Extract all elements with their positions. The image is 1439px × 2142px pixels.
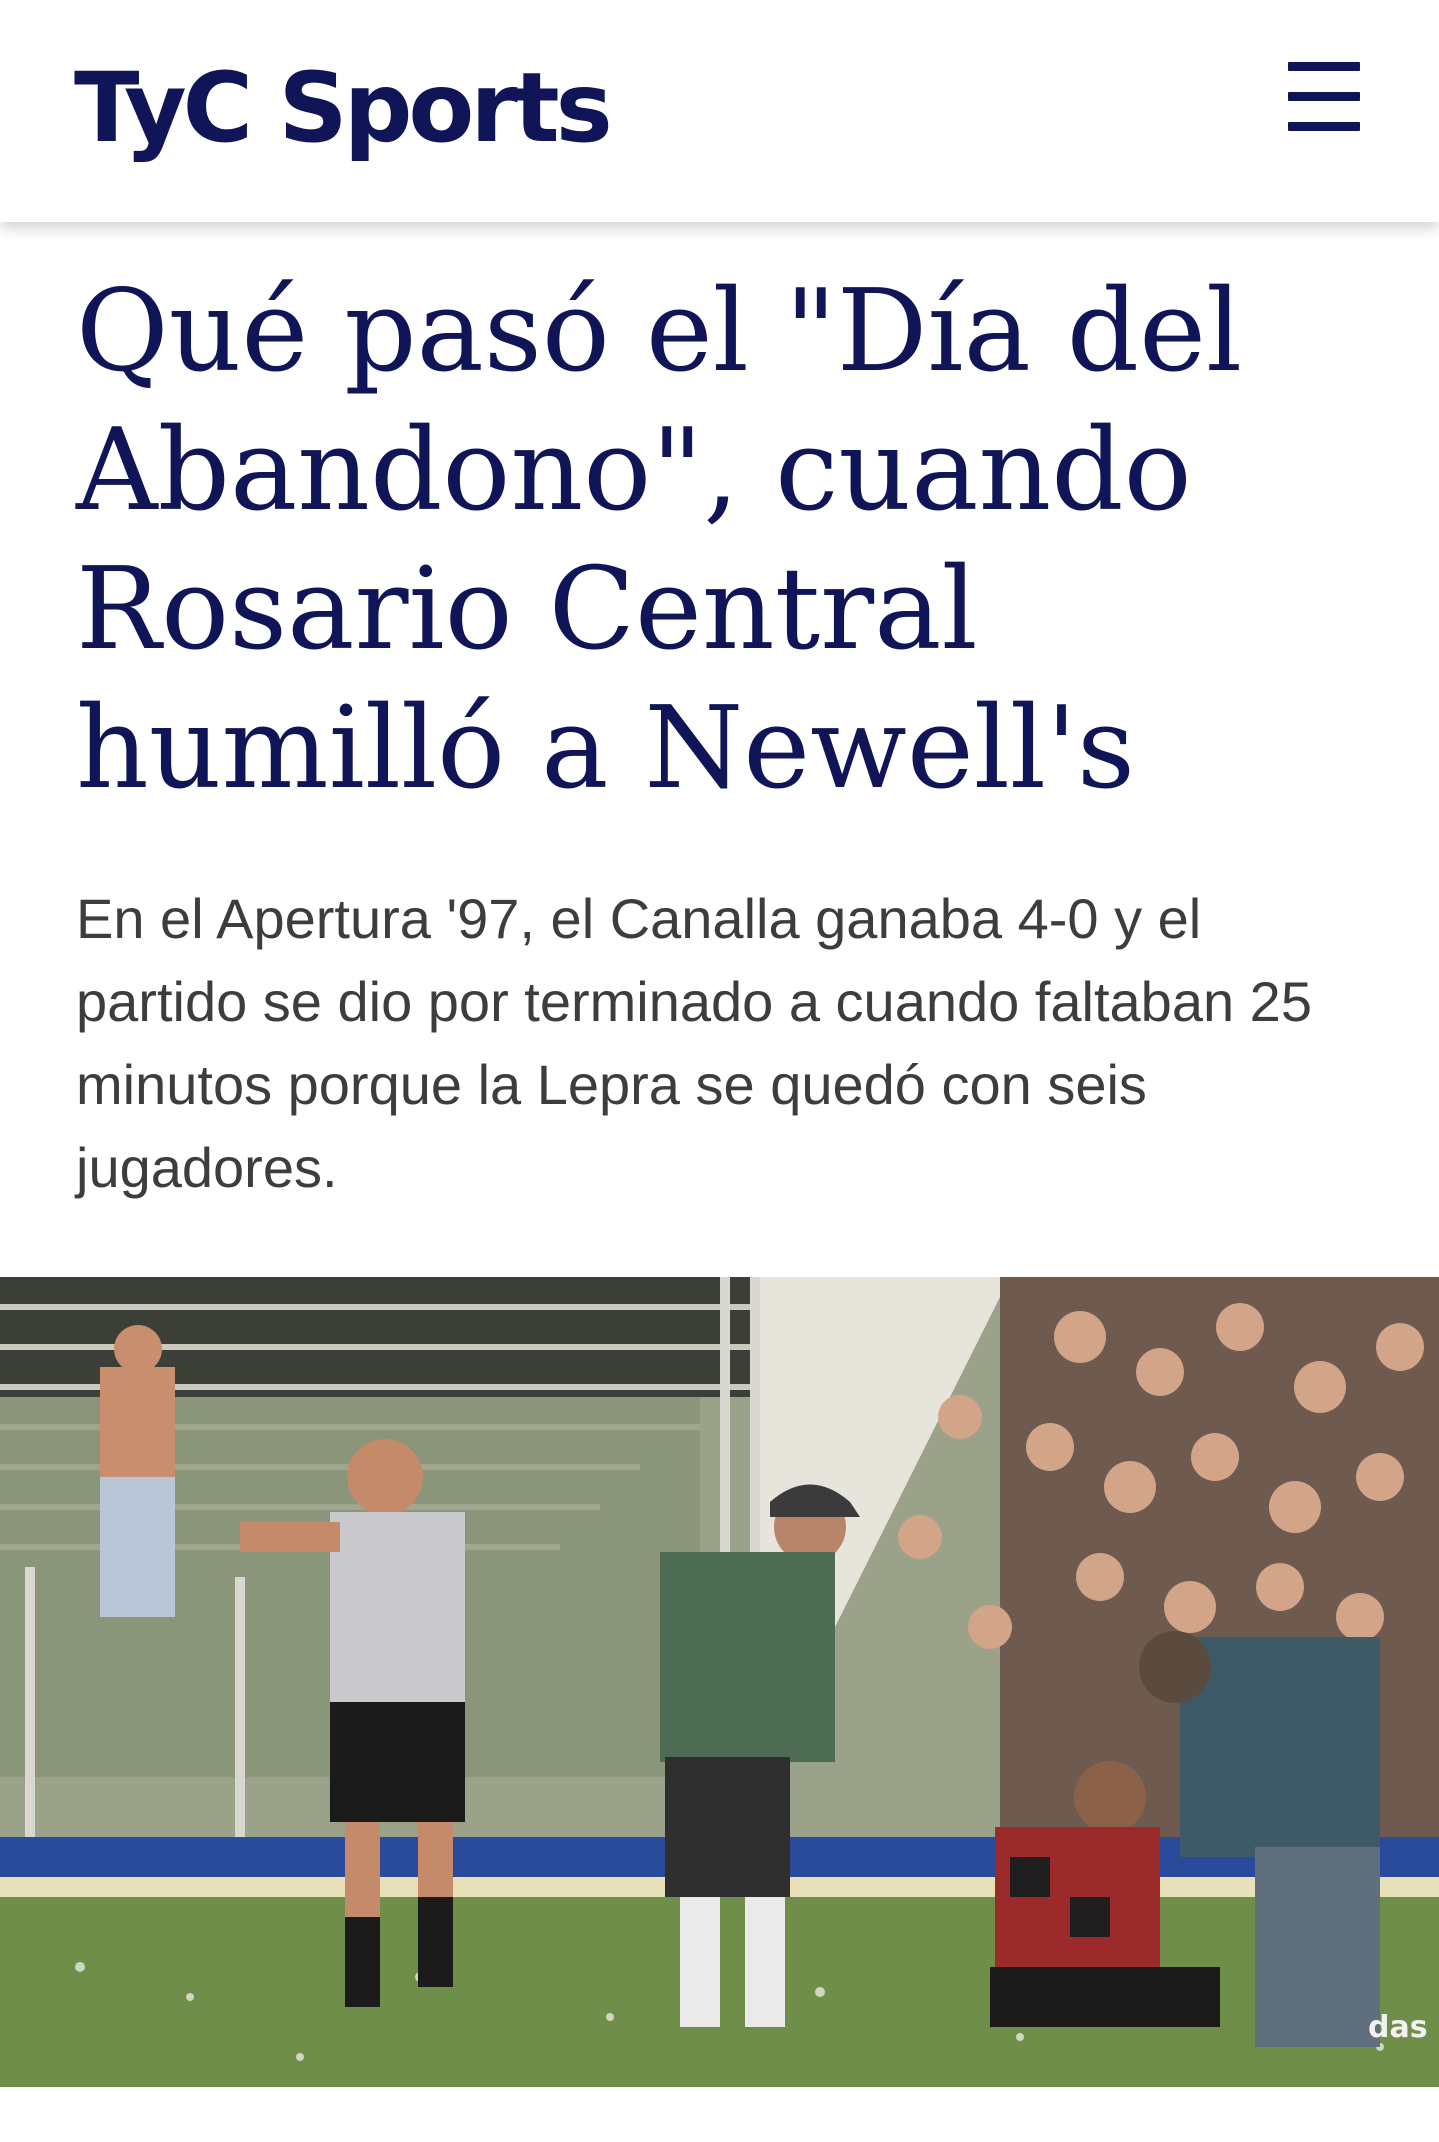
photo-overlay-text: das xyxy=(1368,2010,1428,2045)
menu-button[interactable] xyxy=(1280,58,1360,138)
site-header: TyC Sports xyxy=(0,0,1439,222)
article-hero-photo[interactable]: das xyxy=(0,1277,1439,2087)
article-subtitle: En el Apertura '97, el Canalla ganaba 4-… xyxy=(76,887,1312,1199)
tyc-sports-logo[interactable]: TyC Sports xyxy=(74,48,613,168)
article-headline: Qué pasó el "Día del Abandono", cuando R… xyxy=(76,265,1243,814)
